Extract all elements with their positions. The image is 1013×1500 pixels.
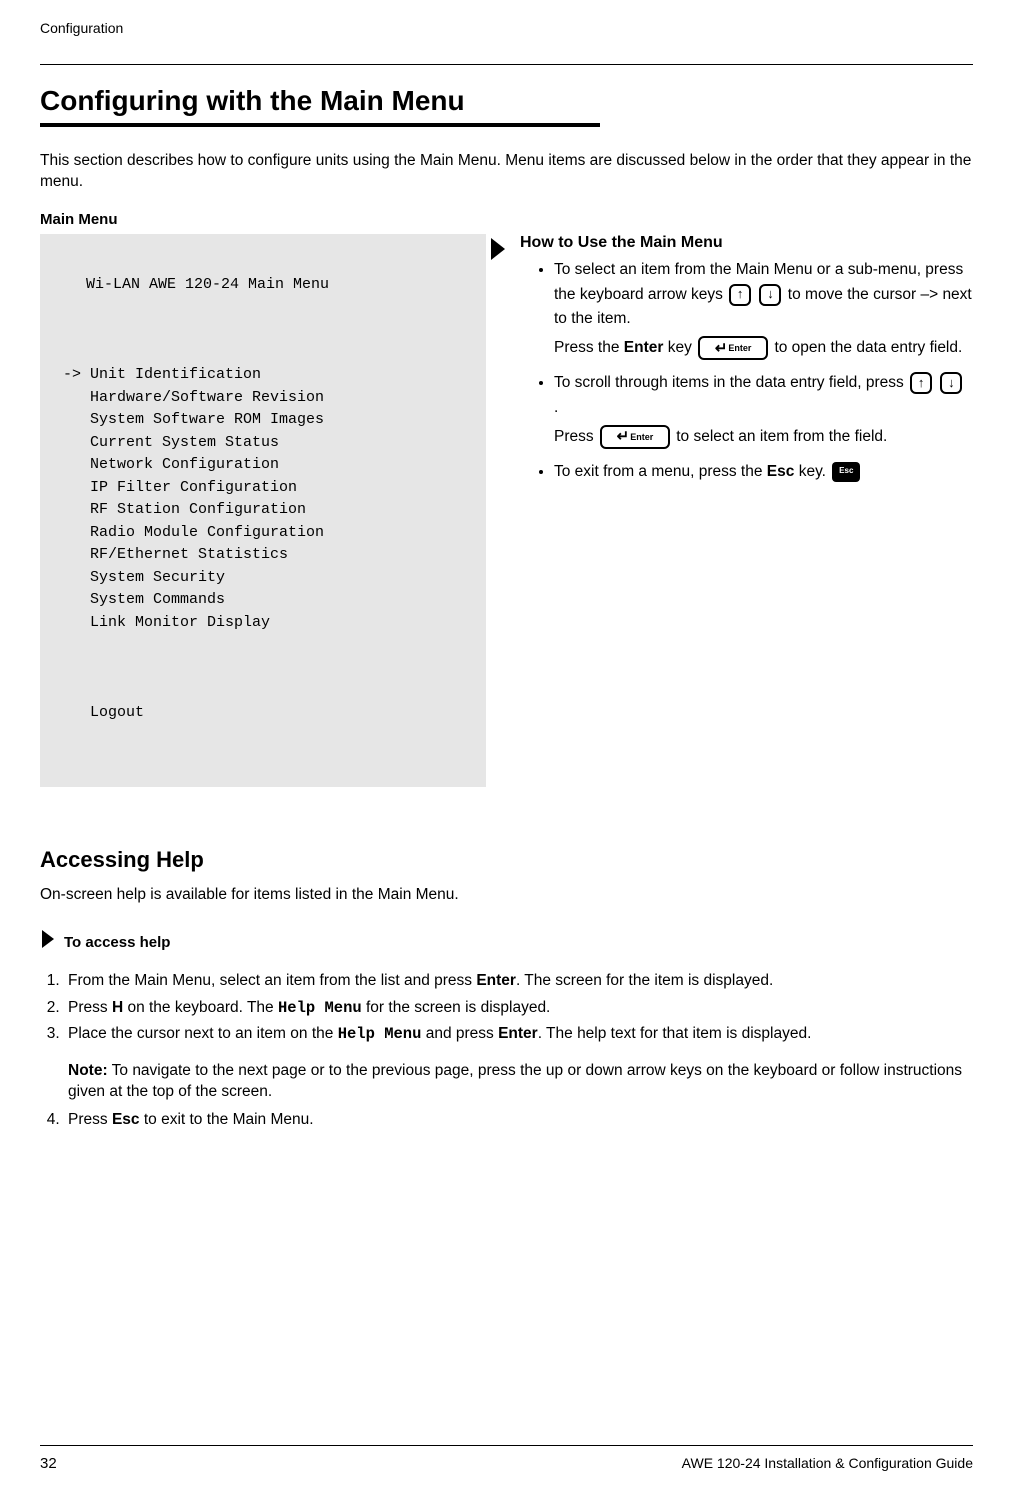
help-intro: On-screen help is available for items li… xyxy=(40,885,973,906)
down-arrow-key-icon: ↓ xyxy=(759,284,781,306)
howto-item-exit: To exit from a menu, press the Esc key. … xyxy=(554,460,973,485)
menu-item: Radio Module Configuration xyxy=(54,522,464,545)
step-3: Place the cursor next to an item on the … xyxy=(64,1023,973,1103)
enter-key-icon: ↵Enter xyxy=(600,425,670,449)
menu-item: Network Configuration xyxy=(54,454,464,477)
note: Note: To navigate to the next page or to… xyxy=(68,1060,973,1103)
menu-item: System Security xyxy=(54,567,464,590)
section-title: Configuring with the Main Menu xyxy=(40,85,973,117)
enter-key-icon: ↵Enter xyxy=(698,336,768,360)
main-menu-screenshot: Wi-LAN AWE 120-24 Main Menu -> Unit Iden… xyxy=(40,234,486,788)
menu-item: Link Monitor Display xyxy=(54,612,464,635)
step-1: From the Main Menu, select an item from … xyxy=(64,970,973,992)
down-arrow-key-icon: ↓ xyxy=(940,372,962,394)
procedure-heading: To access help xyxy=(40,928,973,956)
help-section-title: Accessing Help xyxy=(40,847,973,873)
howto-item-scroll: To scroll through items in the data entr… xyxy=(554,371,973,449)
intro-paragraph: This section describes how to configure … xyxy=(40,151,973,193)
page-number: 32 xyxy=(40,1455,57,1472)
footer-divider xyxy=(40,1445,973,1446)
page-footer: 32 AWE 120-24 Installation & Configurati… xyxy=(40,1455,973,1472)
up-arrow-key-icon: ↑ xyxy=(729,284,751,306)
main-menu-label: Main Menu xyxy=(40,211,973,228)
footer-title: AWE 120-24 Installation & Configuration … xyxy=(682,1455,973,1471)
menu-item: RF/Ethernet Statistics xyxy=(54,544,464,567)
running-header: Configuration xyxy=(40,20,973,36)
title-divider xyxy=(40,123,600,127)
menu-item: IP Filter Configuration xyxy=(54,477,464,500)
steps-list: From the Main Menu, select an item from … xyxy=(40,970,973,1131)
howto-panel: How to Use the Main Menu To select an it… xyxy=(514,234,973,495)
header-divider xyxy=(40,64,973,65)
menu-item: System Commands xyxy=(54,589,464,612)
menu-item: Current System Status xyxy=(54,432,464,455)
esc-key-icon: Esc xyxy=(832,462,860,482)
menu-item: System Software ROM Images xyxy=(54,409,464,432)
step-4: Press Esc to exit to the Main Menu. xyxy=(64,1109,973,1131)
menu-logout: Logout xyxy=(54,702,464,725)
step-2: Press H on the keyboard. The Help Menu f… xyxy=(64,997,973,1019)
howto-item-select: To select an item from the Main Menu or … xyxy=(554,258,973,361)
menu-item: Hardware/Software Revision xyxy=(54,387,464,410)
menu-title: Wi-LAN AWE 120-24 Main Menu xyxy=(54,274,464,297)
howto-title: How to Use the Main Menu xyxy=(520,234,973,252)
up-arrow-key-icon: ↑ xyxy=(910,372,932,394)
menu-item: RF Station Configuration xyxy=(54,499,464,522)
pointer-arrow-icon xyxy=(486,236,514,262)
menu-item: -> Unit Identification xyxy=(54,364,464,387)
procedure-arrow-icon xyxy=(40,928,56,956)
